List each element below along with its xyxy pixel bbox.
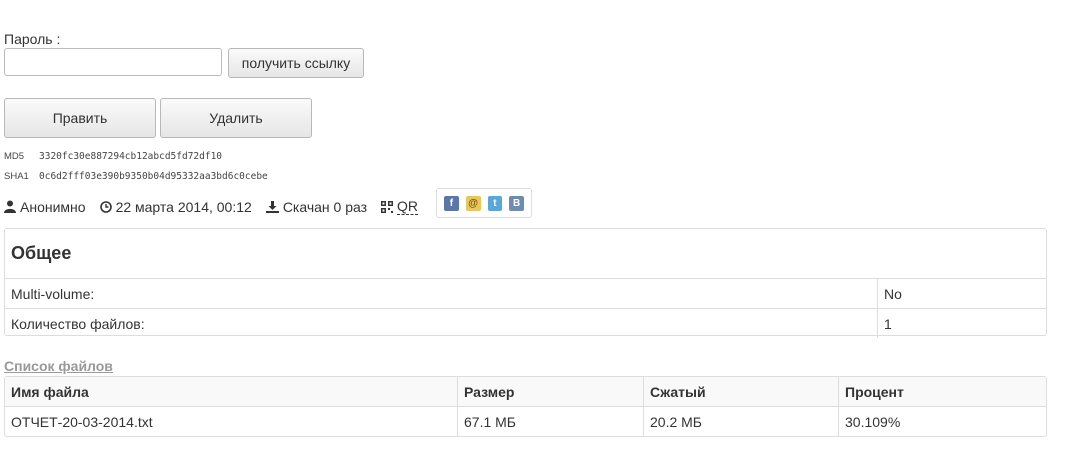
md5-value: 3320fc30e887294cb12abcd5fd72df10 [39, 151, 223, 162]
qr-link-text[interactable]: QR [397, 198, 419, 215]
files-table: Имя файла Размер Сжатый Процент ОТЧЕТ-20… [4, 376, 1047, 437]
upload-date-text: 22 марта 2014, 00:12 [115, 198, 252, 215]
edit-button[interactable]: Править [4, 98, 156, 138]
sha1-label: SHA1 [4, 171, 29, 182]
md5-hash: MD5 3320fc30e887294cb12abcd5fd72df10 [4, 151, 222, 162]
download-count-text: Скачан 0 раз [282, 198, 368, 215]
table-header-row: Имя файла Размер Сжатый Процент [5, 377, 1046, 406]
author: Анонимно [4, 199, 86, 215]
user-icon [4, 200, 16, 213]
md5-label: MD5 [4, 151, 25, 162]
general-key: Количество файлов: [5, 309, 878, 338]
sha1-value: 0c6d2fff03e390b9350b04d95332aa3bd6c0cebe [39, 171, 268, 182]
sha1-hash: SHA1 0c6d2fff03e390b9350b04d95332aa3bd6c0… [4, 171, 268, 182]
file-meta: Анонимно 22 марта 2014, 00:12 Скачан 0 р… [4, 198, 432, 215]
general-row: Multi-volume: No [5, 279, 1046, 308]
twitter-icon[interactable]: t [487, 195, 503, 211]
column-header-percent: Процент [838, 377, 1046, 406]
qr-icon [381, 200, 394, 213]
file-percent: 30.109% [838, 407, 1046, 436]
qr-link[interactable]: QR [381, 198, 419, 215]
get-link-button[interactable]: получить ссылку [228, 48, 364, 78]
general-row: Количество файлов: 1 [5, 308, 1046, 338]
upload-date: 22 марта 2014, 00:12 [99, 198, 252, 215]
mail-icon[interactable]: @ [465, 195, 481, 211]
column-header-size: Размер [457, 377, 643, 406]
general-panel: Общее Multi-volume: No Количество файлов… [4, 228, 1047, 338]
general-value: No [884, 285, 902, 302]
author-name: Анонимно [20, 198, 86, 215]
file-compressed-size: 20.2 МБ [643, 407, 838, 436]
password-input[interactable] [4, 48, 222, 76]
download-count: Скачан 0 раз [265, 198, 368, 215]
facebook-icon[interactable]: f [444, 195, 459, 211]
download-icon [265, 200, 279, 213]
table-row: ОТЧЕТ-20-03-2014.txt 67.1 МБ 20.2 МБ 30.… [5, 406, 1046, 436]
files-list-link[interactable]: Список файлов [4, 358, 113, 374]
password-label: Пароль : [4, 31, 61, 47]
column-header-compressed: Сжатый [643, 377, 838, 406]
delete-button[interactable]: Удалить [160, 98, 312, 138]
file-size: 67.1 МБ [457, 407, 643, 436]
general-title: Общее [5, 229, 1046, 279]
file-name: ОТЧЕТ-20-03-2014.txt [11, 413, 153, 430]
share-buttons: f @ t B [436, 188, 532, 218]
clock-icon [99, 200, 112, 213]
column-header-name: Имя файла [11, 383, 89, 400]
general-value: 1 [884, 315, 892, 332]
general-key: Multi-volume: [5, 279, 878, 308]
vkontakte-icon[interactable]: B [509, 195, 524, 211]
